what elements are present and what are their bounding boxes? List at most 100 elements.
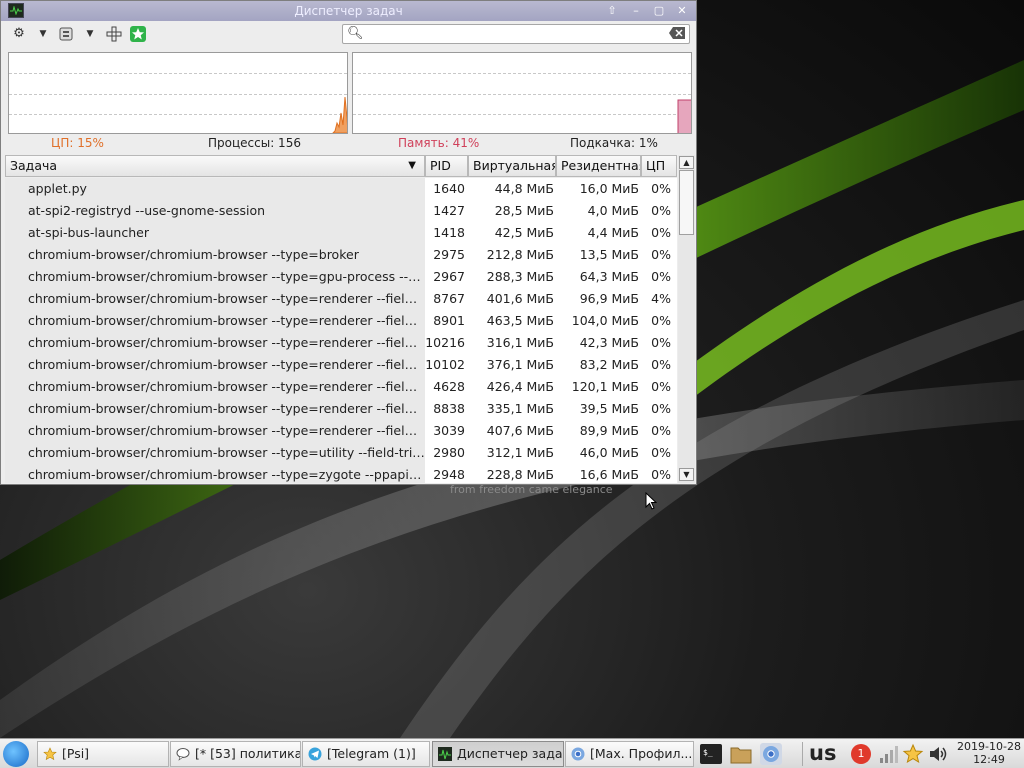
task-cpu: 0% [641, 420, 677, 442]
table-row[interactable]: chromium-browser/chromium-browser --type… [5, 266, 677, 288]
clock-time: 12:49 [973, 753, 1005, 766]
task-pid: 4628 [425, 376, 468, 398]
minimize-button[interactable]: – [628, 3, 644, 18]
table-row[interactable]: chromium-browser/chromium-browser --type… [5, 464, 677, 483]
terminal-icon[interactable]: $_ [700, 743, 722, 765]
taskbar: [Psi] [* [53] политика] [Telegram (1)] Д… [0, 738, 1024, 768]
task-cpu: 0% [641, 266, 677, 288]
task-cpu: 0% [641, 222, 677, 244]
taskbar-item-label: [Max. Профил... [590, 746, 693, 761]
task-virtual-memory: 426,4 МиБ [468, 376, 556, 398]
window-titlebar[interactable]: Диспетчер задач ⇧ – ▢ ✕ [1, 1, 696, 21]
taskbar-item-chromium[interactable]: [Max. Профил... [565, 741, 694, 767]
task-pid: 1640 [425, 178, 468, 200]
task-resident-memory: 64,3 МиБ [556, 266, 641, 288]
notification-badge[interactable]: 1 [851, 744, 871, 764]
view-dropdown-chevron-down-icon[interactable]: ▼ [82, 26, 98, 42]
task-pid: 2967 [425, 266, 468, 288]
file-manager-folder-icon[interactable] [730, 743, 752, 765]
task-pid: 2975 [425, 244, 468, 266]
task-name: chromium-browser/chromium-browser --type… [5, 442, 425, 464]
taskbar-item-label: [Psi] [62, 746, 90, 761]
crosshair-icon[interactable] [106, 26, 122, 42]
taskbar-item-label: Диспетчер задач [457, 746, 564, 761]
task-resident-memory: 83,2 МиБ [556, 354, 641, 376]
task-name: at-spi2-registryd --use-gnome-session [5, 200, 425, 222]
table-row[interactable]: chromium-browser/chromium-browser --type… [5, 398, 677, 420]
task-name: chromium-browser/chromium-browser --type… [5, 288, 425, 310]
task-pid: 2948 [425, 464, 468, 483]
table-row[interactable]: applet.py 1640 44,8 МиБ 16,0 МиБ 0% [5, 178, 677, 200]
settings-gear-icon[interactable]: ⚙ [11, 26, 27, 42]
table-row[interactable]: chromium-browser/chromium-browser --type… [5, 244, 677, 266]
memory-graph [352, 52, 692, 134]
chat-bubble-icon [176, 748, 190, 761]
process-count-label: Процессы: 156 [208, 136, 301, 150]
task-virtual-memory: 228,8 МиБ [468, 464, 556, 483]
table-row[interactable]: chromium-browser/chromium-browser --type… [5, 376, 677, 398]
task-resident-memory: 120,1 МиБ [556, 376, 641, 398]
table-scrollbar[interactable]: ▲ ▼ [678, 155, 695, 483]
task-virtual-memory: 312,1 МиБ [468, 442, 556, 464]
task-cpu: 0% [641, 310, 677, 332]
task-resident-memory: 4,4 МиБ [556, 222, 641, 244]
clock-date: 2019-10-28 [957, 740, 1021, 753]
task-virtual-memory: 463,5 МиБ [468, 310, 556, 332]
task-cpu: 4% [641, 288, 677, 310]
column-header-resident[interactable]: Резидентная [556, 155, 641, 177]
process-view-icon[interactable] [58, 26, 74, 42]
tray-star-icon[interactable] [902, 743, 924, 765]
task-resident-memory: 46,0 МиБ [556, 442, 641, 464]
column-header-cpu[interactable]: ЦП [641, 155, 677, 177]
task-resident-memory: 42,3 МиБ [556, 332, 641, 354]
table-row[interactable]: chromium-browser/chromium-browser --type… [5, 288, 677, 310]
start-menu-bird-icon[interactable] [3, 741, 29, 767]
task-virtual-memory: 376,1 МиБ [468, 354, 556, 376]
column-header-task[interactable]: Задача ▼ [5, 155, 425, 177]
task-resident-memory: 96,9 МиБ [556, 288, 641, 310]
task-pid: 10102 [425, 354, 468, 376]
telegram-icon [308, 747, 322, 761]
memory-usage-label: Память: 41% [398, 136, 480, 150]
settings-dropdown-chevron-down-icon[interactable]: ▼ [35, 26, 51, 42]
taskbar-item-politika[interactable]: [* [53] политика] [170, 741, 301, 767]
scroll-up-arrow-icon[interactable]: ▲ [679, 156, 694, 169]
maximize-button[interactable]: ▢ [651, 3, 667, 18]
keep-above-button[interactable]: ⇧ [604, 3, 620, 18]
clock[interactable]: 2019-10-28 12:49 [954, 740, 1024, 766]
keyboard-layout-indicator[interactable]: us [809, 740, 836, 766]
table-row[interactable]: at-spi-bus-launcher 1418 42,5 МиБ 4,4 МиБ 0% [5, 222, 677, 244]
table-row[interactable]: chromium-browser/chromium-browser --type… [5, 442, 677, 464]
task-name: chromium-browser/chromium-browser --type… [5, 310, 425, 332]
task-name: chromium-browser/chromium-browser --type… [5, 244, 425, 266]
table-row[interactable]: chromium-browser/chromium-browser --type… [5, 310, 677, 332]
svg-text:$_: $_ [703, 748, 713, 757]
table-row[interactable]: chromium-browser/chromium-browser --type… [5, 354, 677, 376]
close-button[interactable]: ✕ [674, 3, 690, 18]
clear-search-icon[interactable] [669, 27, 685, 39]
column-header-pid[interactable]: PID [425, 155, 468, 177]
table-row[interactable]: chromium-browser/chromium-browser --type… [5, 332, 677, 354]
process-table: Задача ▼ PID Виртуальная Резидентная ЦП … [5, 155, 695, 483]
browser-icon[interactable] [760, 743, 782, 765]
task-resident-memory: 89,9 МиБ [556, 420, 641, 442]
task-manager-icon [438, 747, 452, 761]
table-row[interactable]: at-spi2-registryd --use-gnome-session 142… [5, 200, 677, 222]
volume-speaker-icon[interactable] [927, 743, 949, 765]
scroll-down-arrow-icon[interactable]: ▼ [679, 468, 694, 481]
task-resident-memory: 16,0 МиБ [556, 178, 641, 200]
taskbar-item-label: [* [53] политика] [195, 746, 301, 761]
scrollbar-thumb[interactable] [679, 170, 694, 235]
taskbar-item-psi[interactable]: [Psi] [37, 741, 169, 767]
favorite-star-icon[interactable] [130, 26, 146, 42]
task-virtual-memory: 335,1 МиБ [468, 398, 556, 420]
window-title: Диспетчер задач [294, 4, 403, 18]
table-row[interactable]: chromium-browser/chromium-browser --type… [5, 420, 677, 442]
task-name: chromium-browser/chromium-browser --type… [5, 354, 425, 376]
search-field[interactable]: 🔍︎ [342, 24, 690, 44]
taskbar-item-task-manager[interactable]: Диспетчер задач [432, 741, 564, 767]
search-input[interactable] [365, 26, 669, 44]
network-signal-icon[interactable] [877, 743, 899, 765]
taskbar-item-telegram[interactable]: [Telegram (1)] [302, 741, 430, 767]
column-header-virtual[interactable]: Виртуальная [468, 155, 556, 177]
